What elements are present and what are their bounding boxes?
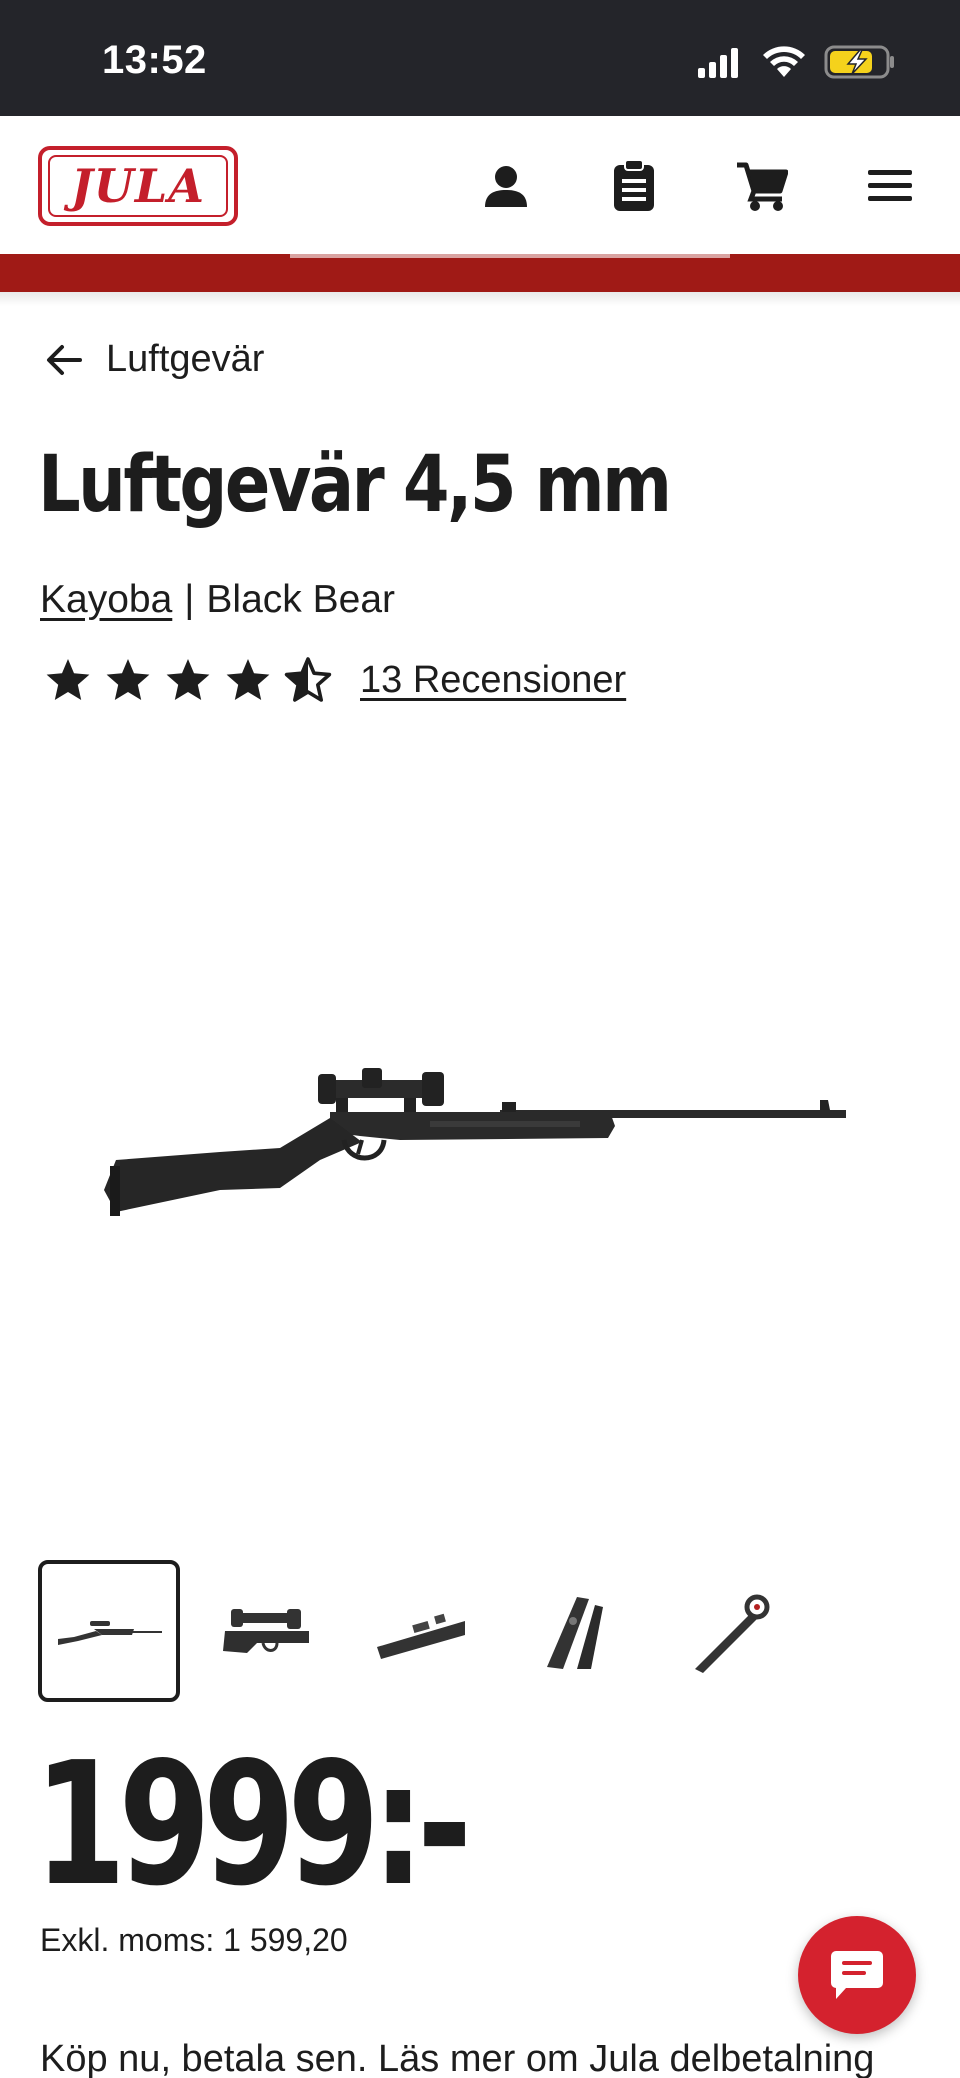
breadcrumb-label[interactable]: Luftgevär [106, 338, 264, 381]
product-image[interactable] [100, 1040, 860, 1240]
rating: 13 Recensioner [44, 656, 626, 704]
star-full-icon [46, 659, 90, 700]
product-price: 1999:- [34, 1726, 472, 1924]
star-half-icon [284, 657, 332, 702]
logo-frame: JULA [48, 155, 228, 217]
thumbnail-1[interactable] [38, 1560, 180, 1702]
thumbnail-2[interactable] [194, 1560, 336, 1702]
arrow-left-icon [47, 344, 82, 375]
breadcrumb[interactable]: Luftgevär [44, 338, 264, 381]
product-model: Black Bear [206, 578, 396, 621]
promo-banner-strip[interactable] [0, 254, 960, 292]
price-excl-vat: Exkl. moms: 1 599,20 [40, 1922, 348, 1958]
star-full-icon [106, 659, 150, 700]
thumbnail-3[interactable] [350, 1560, 492, 1702]
cart-icon[interactable] [734, 158, 790, 214]
thumbnail-4[interactable] [506, 1560, 648, 1702]
star-full-icon [226, 659, 270, 700]
chat-button[interactable] [798, 1916, 916, 2034]
reviews-link[interactable]: 13 Recensioner [360, 659, 626, 702]
header-shadow [0, 292, 960, 306]
product-title: Luftgevär 4,5 mm [38, 440, 672, 530]
wifi-icon [763, 46, 805, 77]
thumbnail-5[interactable] [662, 1560, 804, 1702]
site-header: JULA [0, 116, 960, 254]
status-icons [696, 44, 896, 80]
rating-stars [44, 656, 332, 704]
brand-separator: | [184, 578, 195, 621]
chat-icon [831, 1951, 883, 1999]
brand-link[interactable]: Kayoba [40, 578, 172, 622]
battery-icon [824, 45, 894, 79]
thumbnail-strip [38, 1560, 804, 1702]
menu-icon[interactable] [862, 158, 918, 214]
shopping-list-icon[interactable] [606, 158, 662, 214]
installment-info[interactable]: Köp nu, betala sen. Läs mer om Jula delb… [40, 2038, 874, 2078]
status-bar: 13:52 [0, 0, 960, 116]
logo-text: JULA [71, 159, 205, 213]
jula-logo[interactable]: JULA [38, 146, 238, 226]
status-time: 13:52 [102, 38, 207, 82]
star-full-icon [166, 659, 210, 700]
signal-icon [698, 48, 738, 78]
brand-line: Kayoba | Black Bear [40, 578, 395, 622]
account-icon[interactable] [478, 158, 534, 214]
